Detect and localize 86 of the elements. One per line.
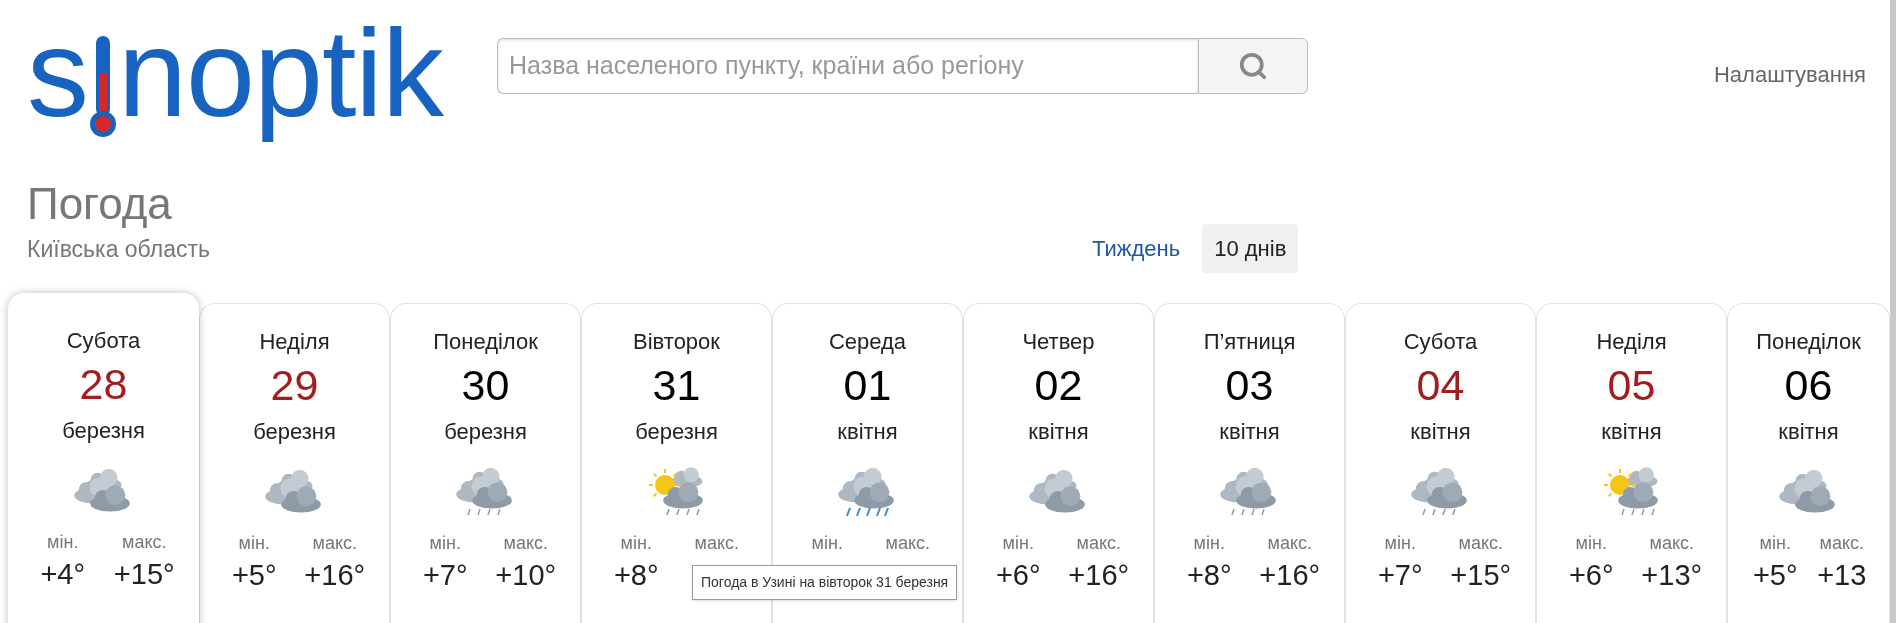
max-temperature: +10° bbox=[495, 558, 557, 591]
min-label: мін. bbox=[237, 531, 271, 555]
day-date: 28 bbox=[79, 358, 128, 410]
search-icon bbox=[1238, 51, 1268, 81]
min-label: мін. bbox=[428, 531, 462, 555]
settings-link[interactable]: Налаштування bbox=[1713, 58, 1866, 91]
day-name: П’ятниця bbox=[1203, 327, 1296, 356]
month-name: березня bbox=[444, 417, 527, 446]
min-temperature: +8° bbox=[613, 558, 659, 591]
min-temperature: +6° bbox=[995, 558, 1041, 591]
day-name: Субота bbox=[1403, 327, 1478, 356]
tooltip: Погода в Узині на вівторок 31 березня bbox=[692, 565, 958, 600]
month-name: квітня bbox=[1219, 417, 1280, 446]
day-card[interactable]: П’ятниця 03 квітня мін. макс. +8° +16° bbox=[1154, 302, 1345, 623]
max-label: макс. bbox=[311, 531, 358, 555]
search-field[interactable]: Назва населеного пункту, країни або регіону bbox=[497, 38, 1198, 94]
max-temperature: +15° bbox=[1450, 558, 1512, 591]
min-label: мін. bbox=[1758, 531, 1792, 555]
min-temperature: +5° bbox=[231, 558, 277, 591]
day-date: 29 bbox=[270, 359, 319, 411]
day-date: 03 bbox=[1225, 359, 1274, 411]
min-temperature: +4° bbox=[40, 557, 86, 590]
min-label: мін. bbox=[1192, 531, 1226, 555]
max-label: макс. bbox=[502, 531, 549, 555]
month-name: квітня bbox=[1778, 417, 1839, 446]
day-name: Неділя bbox=[259, 327, 330, 356]
max-temperature: +16° bbox=[304, 558, 366, 591]
min-temperature: +6° bbox=[1568, 558, 1614, 591]
day-date: 06 bbox=[1784, 359, 1833, 411]
day-name: Неділя bbox=[1596, 327, 1667, 356]
day-name: Четвер bbox=[1022, 327, 1095, 356]
month-name: квітня bbox=[837, 417, 898, 446]
max-temperature: +16° bbox=[1068, 558, 1130, 591]
max-label: макс. bbox=[1075, 531, 1122, 555]
max-label: макс. bbox=[1648, 531, 1695, 555]
day-card[interactable]: Субота 04 квітня мін. макс. +7° +15° bbox=[1345, 302, 1536, 623]
day-name: Середа bbox=[828, 327, 907, 356]
min-label: мін. bbox=[46, 530, 80, 554]
period-tab[interactable]: Тиждень bbox=[1080, 223, 1193, 273]
min-temperature: +7° bbox=[1377, 558, 1423, 591]
min-label: мін. bbox=[810, 531, 844, 555]
month-name: квітня bbox=[1410, 417, 1471, 446]
month-name: березня bbox=[253, 417, 336, 446]
day-date: 02 bbox=[1034, 359, 1083, 411]
day-name: Вівторок bbox=[633, 327, 720, 356]
max-label: макс. bbox=[884, 531, 931, 555]
month-name: березня bbox=[635, 417, 718, 446]
min-temperature: +5° bbox=[1752, 558, 1798, 591]
max-label: макс. bbox=[1457, 531, 1504, 555]
max-temperature: +13 bbox=[1817, 558, 1867, 591]
day-card[interactable]: Понеділок 30 березня мін. макс. +7° +10° bbox=[390, 302, 581, 623]
min-temperature: +8° bbox=[1186, 558, 1232, 591]
day-card[interactable]: Субота 28 березня мін. макс. +4° +15° bbox=[8, 292, 199, 623]
day-name: Субота bbox=[66, 326, 141, 355]
day-card[interactable]: Неділя 29 березня мін. макс. +5° +16° bbox=[199, 302, 390, 623]
scrollbar[interactable] bbox=[1890, 0, 1896, 623]
day-card[interactable]: Четвер 02 квітня мін. макс. +6° +16° bbox=[963, 302, 1154, 623]
day-name: Понеділок bbox=[433, 327, 538, 356]
max-label: макс. bbox=[693, 531, 740, 555]
day-date: 30 bbox=[461, 359, 510, 411]
min-label: мін. bbox=[1001, 531, 1035, 555]
day-card[interactable]: Неділя 05 квітня мін. макс. +6° +13° bbox=[1536, 302, 1727, 623]
max-label: макс. bbox=[1818, 531, 1865, 555]
period-tab[interactable]: 10 днів bbox=[1202, 223, 1299, 273]
max-temperature: +16° bbox=[1259, 558, 1321, 591]
max-temperature: +15° bbox=[113, 557, 175, 590]
max-label: макс. bbox=[1266, 531, 1313, 555]
min-label: мін. bbox=[1383, 531, 1417, 555]
day-name: Понеділок bbox=[1756, 327, 1861, 356]
max-label: макс. bbox=[121, 530, 168, 554]
search-button[interactable] bbox=[1198, 38, 1308, 94]
region-name: Київська область bbox=[27, 235, 210, 264]
min-label: мін. bbox=[619, 531, 653, 555]
day-date: 01 bbox=[843, 359, 892, 411]
month-name: квітня bbox=[1028, 417, 1089, 446]
month-name: квітня bbox=[1601, 417, 1662, 446]
day-date: 31 bbox=[652, 359, 701, 411]
day-date: 05 bbox=[1607, 359, 1656, 411]
max-temperature: +13° bbox=[1641, 558, 1703, 591]
day-date: 04 bbox=[1416, 359, 1465, 411]
day-card[interactable]: Понеділок 06 квітня мін. макс. +5° +13 bbox=[1727, 302, 1890, 623]
month-name: березня bbox=[62, 416, 145, 445]
page-title: Погода bbox=[27, 178, 173, 230]
min-temperature: +7° bbox=[422, 558, 468, 591]
min-label: мін. bbox=[1574, 531, 1608, 555]
logo-text: s bbox=[27, 8, 88, 138]
